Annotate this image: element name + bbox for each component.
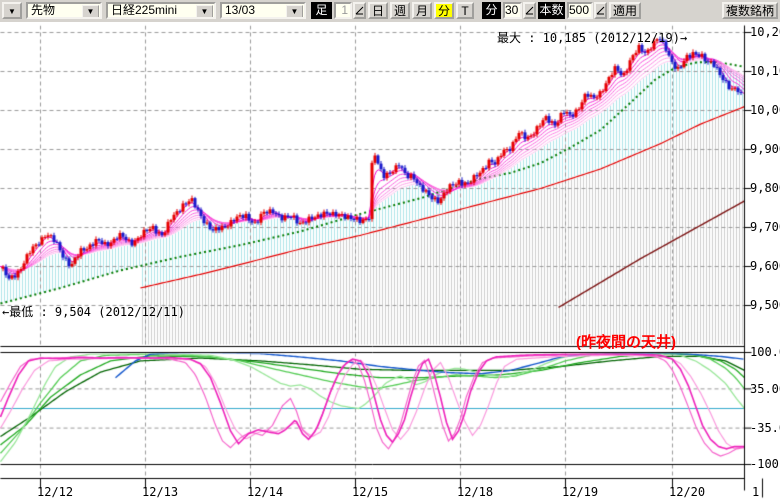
bar-interval-input[interactable]: 1 xyxy=(334,2,352,19)
spin-edit-icon xyxy=(525,5,534,16)
period-minute-button[interactable]: 分 xyxy=(434,2,454,19)
period-week-button[interactable]: 週 xyxy=(390,2,410,19)
price-axis-label: 9,800 xyxy=(750,181,780,195)
price-axis-label: 9,600 xyxy=(750,259,780,273)
date-axis-label: 12/15 xyxy=(352,485,388,499)
date-axis-label: 12/19 xyxy=(562,485,598,499)
price-axis-label: 9,700 xyxy=(750,220,780,234)
date-axis-label: 12/20 xyxy=(669,485,705,499)
minute-label: 分 xyxy=(482,2,501,19)
toolbar: ▼ 先物 ▼ 日経225mini ▼ 13/03 ▼ 足 1 日 週 月 分 T… xyxy=(0,0,780,23)
bar-interval-spin-button[interactable] xyxy=(353,2,366,19)
max-price-annotation: 最大 : 10,185 (2012/12/19)→ xyxy=(497,29,687,46)
price-axis-label: 10,000 xyxy=(750,103,780,117)
chart-window: ▼ 先物 ▼ 日経225mini ▼ 13/03 ▼ 足 1 日 週 月 分 T… xyxy=(0,0,780,500)
oscillator-axis-label: -100.00 xyxy=(750,457,780,471)
chevron-down-icon: ▼ xyxy=(8,7,16,16)
spin-edit-icon xyxy=(596,5,605,16)
oscillator-axis-label: 100.00 xyxy=(750,345,780,359)
chevron-down-icon[interactable]: ▼ xyxy=(82,5,99,18)
chart-area: 10,200 10,100 10,000 9,900 9,800 9,700 9… xyxy=(0,22,780,500)
price-axis-label: 9,500 xyxy=(750,298,780,312)
chevron-down-icon[interactable]: ▼ xyxy=(196,5,213,18)
price-axis-label: 9,900 xyxy=(750,142,780,156)
contract-month-value: 13/03 xyxy=(225,3,255,17)
price-axis-label: 10,200 xyxy=(750,25,780,39)
price-chart-canvas[interactable] xyxy=(0,22,780,500)
multi-symbol-button[interactable]: 複数銘柄 xyxy=(722,2,778,19)
bar-count-spin-button[interactable] xyxy=(594,2,607,19)
chevron-down-icon[interactable]: ▼ xyxy=(286,5,303,18)
oscillator-axis-label: 35.00 xyxy=(750,382,780,396)
bar-count-label: 本数 xyxy=(538,2,565,19)
apply-button[interactable]: 適用 xyxy=(609,2,641,19)
chart-menu-dropdown-button[interactable]: ▼ xyxy=(2,2,22,19)
date-axis-label: 12/13 xyxy=(142,485,178,499)
contract-month-select[interactable]: 13/03 ▼ xyxy=(220,2,306,19)
symbol-select-value: 日経225mini xyxy=(111,3,177,17)
bar-count-input[interactable]: 500 xyxy=(567,2,593,19)
symbol-select[interactable]: 日経225mini ▼ xyxy=(106,2,216,19)
period-tick-button[interactable]: T xyxy=(456,2,474,19)
market-select-value: 先物 xyxy=(31,3,55,17)
oscillator-axis-label: -35.00 xyxy=(750,421,780,435)
price-axis-label: 10,100 xyxy=(750,64,780,78)
period-day-button[interactable]: 日 xyxy=(368,2,388,19)
date-axis-label: 12/18 xyxy=(457,485,493,499)
date-axis-label: 1 xyxy=(752,485,759,499)
date-axis-label: 12/12 xyxy=(37,485,73,499)
min-price-annotation: ←最低 : 9,504 (2012/12/11) xyxy=(2,303,185,320)
date-axis-label: 12/14 xyxy=(247,485,283,499)
ceiling-annotation: (昨夜間の天井) xyxy=(576,331,676,352)
minute-spin-button[interactable] xyxy=(523,2,536,19)
period-month-button[interactable]: 月 xyxy=(412,2,432,19)
spin-edit-icon xyxy=(355,5,364,16)
market-select[interactable]: 先物 ▼ xyxy=(26,2,102,19)
bar-type-label: 足 xyxy=(311,2,332,19)
minute-value-input[interactable]: 30 xyxy=(503,2,522,19)
